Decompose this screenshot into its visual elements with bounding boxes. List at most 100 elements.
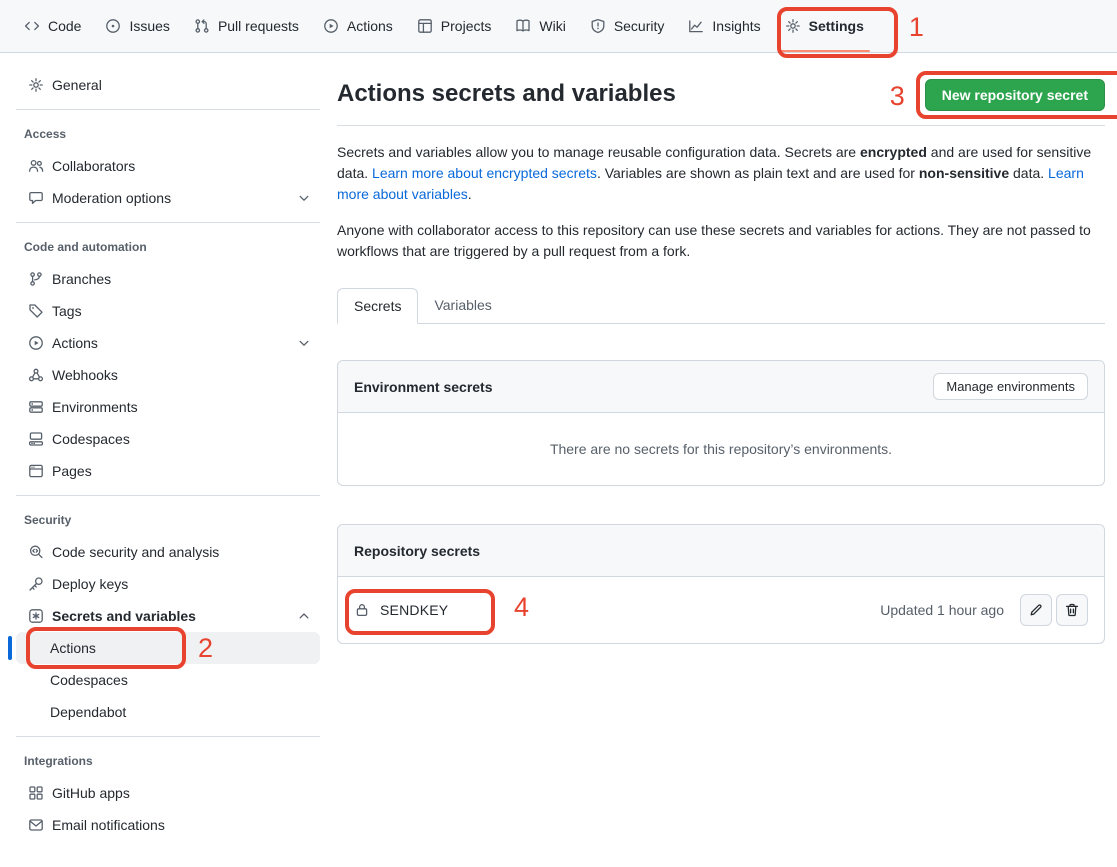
sidebar-item-email-notifications[interactable]: Email notifications [16, 809, 320, 841]
secret-meta: Updated 1 hour ago [880, 594, 1088, 626]
page-body: General Access Collaborators Moderation … [0, 53, 1117, 841]
sidebar-item-secrets-and-variables[interactable]: Secrets and variables [16, 600, 320, 632]
apps-grid-icon [28, 785, 44, 801]
repo-tab-bar: Code Issues Pull requests Actions Projec… [0, 0, 1117, 53]
book-icon [515, 18, 531, 34]
tab-label: Settings [809, 18, 864, 34]
sidebar-item-label: Email notifications [52, 817, 312, 833]
sidebar-item-pages[interactable]: Pages [16, 455, 320, 487]
secret-updated-text: Updated 1 hour ago [880, 602, 1004, 618]
manage-environments-button[interactable]: Manage environments [933, 373, 1088, 400]
gear-icon [785, 18, 801, 34]
secrets-variables-tabnav: Secrets Variables [337, 288, 1105, 324]
sidebar-item-label: Branches [52, 271, 312, 287]
browser-icon [28, 463, 44, 479]
divider [16, 109, 320, 110]
tab-label: Projects [441, 18, 492, 34]
sidebar-item-label: Tags [52, 303, 312, 319]
tab-label: Issues [129, 18, 169, 34]
graph-icon [688, 18, 704, 34]
sidebar-item-label: GitHub apps [52, 785, 312, 801]
sidebar-subitem-actions[interactable]: Actions 2 [16, 632, 320, 664]
intro-bold-non-sensitive: non-sensitive [919, 165, 1009, 181]
project-table-icon [417, 18, 433, 34]
tab-label: Pull requests [218, 18, 299, 34]
divider [16, 222, 320, 223]
tab-projects[interactable]: Projects [409, 0, 500, 52]
tab-actions[interactable]: Actions [315, 0, 401, 52]
trash-icon [1064, 602, 1080, 618]
sidebar-section-title-integrations: Integrations [16, 745, 320, 777]
tab-pull-requests[interactable]: Pull requests [186, 0, 307, 52]
delete-secret-button[interactable] [1056, 594, 1088, 626]
tab-insights[interactable]: Insights [680, 0, 768, 52]
sidebar-item-actions[interactable]: Actions [16, 327, 320, 359]
tab-settings[interactable]: Settings 1 [777, 0, 872, 52]
divider [337, 125, 1105, 126]
sidebar-item-webhooks[interactable]: Webhooks [16, 359, 320, 391]
tab-secrets[interactable]: Secrets [337, 288, 418, 324]
shield-icon [590, 18, 606, 34]
repository-secrets-box: Repository secrets SENDKEY 4 Updated 1 h… [337, 524, 1105, 644]
sidebar-item-label: Secrets and variables [52, 608, 296, 624]
tab-wiki[interactable]: Wiki [507, 0, 573, 52]
sidebar-item-codespaces[interactable]: Codespaces [16, 423, 320, 455]
settings-sidebar: General Access Collaborators Moderation … [16, 53, 320, 841]
repository-secrets-header: Repository secrets [338, 525, 1104, 577]
intro-text: data. [1009, 165, 1048, 181]
tab-label: Actions [347, 18, 393, 34]
git-pull-request-icon [194, 18, 210, 34]
code-icon [24, 18, 40, 34]
button-label: New repository secret [942, 87, 1088, 103]
tab-security[interactable]: Security [582, 0, 673, 52]
tab-label: Wiki [539, 18, 565, 34]
chevron-down-icon [296, 190, 312, 206]
play-icon [28, 335, 44, 351]
sidebar-item-label: Collaborators [52, 158, 312, 174]
intro-text: Secrets and variables allow you to manag… [337, 144, 860, 160]
sidebar-item-branches[interactable]: Branches [16, 263, 320, 295]
sidebar-item-collaborators[interactable]: Collaborators [16, 150, 320, 182]
sidebar-section-title-code-automation: Code and automation [16, 231, 320, 263]
sidebar-item-label: Webhooks [52, 367, 312, 383]
active-tab-underline [779, 50, 870, 52]
sidebar-subitem-label: Actions [50, 640, 96, 656]
mail-icon [28, 817, 44, 833]
tab-issues[interactable]: Issues [97, 0, 177, 52]
main-content: Actions secrets and variables New reposi… [320, 53, 1117, 644]
tab-code[interactable]: Code [16, 0, 89, 52]
sidebar-subitem-dependabot[interactable]: Dependabot [16, 696, 320, 728]
sidebar-section-title-security: Security [16, 504, 320, 536]
server-icon [28, 399, 44, 415]
sidebar-item-general[interactable]: General [16, 69, 320, 101]
page-title: Actions secrets and variables [337, 79, 676, 109]
pencil-icon [1028, 602, 1044, 618]
sidebar-item-moderation-options[interactable]: Moderation options [16, 182, 320, 214]
intro-text: . [468, 186, 472, 202]
sidebar-item-label: Actions [52, 335, 296, 351]
sidebar-item-environments[interactable]: Environments [16, 391, 320, 423]
sidebar-item-label: Environments [52, 399, 312, 415]
tab-label: Security [614, 18, 665, 34]
link-encrypted-secrets-docs[interactable]: Learn more about encrypted secrets [372, 165, 597, 181]
annotation-number-1: 1 [909, 14, 924, 41]
divider [16, 495, 320, 496]
play-icon [323, 18, 339, 34]
edit-secret-button[interactable] [1020, 594, 1052, 626]
sidebar-subitem-label: Dependabot [50, 704, 126, 720]
lock-icon [354, 602, 370, 618]
sidebar-item-code-security[interactable]: Code security and analysis [16, 536, 320, 568]
sidebar-item-github-apps[interactable]: GitHub apps [16, 777, 320, 809]
sidebar-subitem-codespaces[interactable]: Codespaces [16, 664, 320, 696]
sidebar-item-label: Deploy keys [52, 576, 312, 592]
tag-icon [28, 303, 44, 319]
codescan-icon [28, 544, 44, 560]
sidebar-item-label: Code security and analysis [52, 544, 312, 560]
new-repository-secret-button[interactable]: New repository secret 3 [925, 79, 1105, 111]
secret-name: SENDKEY [380, 602, 448, 618]
annotation-number-4: 4 [514, 594, 529, 621]
tab-variables[interactable]: Variables [418, 288, 507, 324]
sidebar-item-deploy-keys[interactable]: Deploy keys [16, 568, 320, 600]
sidebar-item-tags[interactable]: Tags [16, 295, 320, 327]
environment-secrets-header: Environment secrets Manage environments [338, 361, 1104, 413]
